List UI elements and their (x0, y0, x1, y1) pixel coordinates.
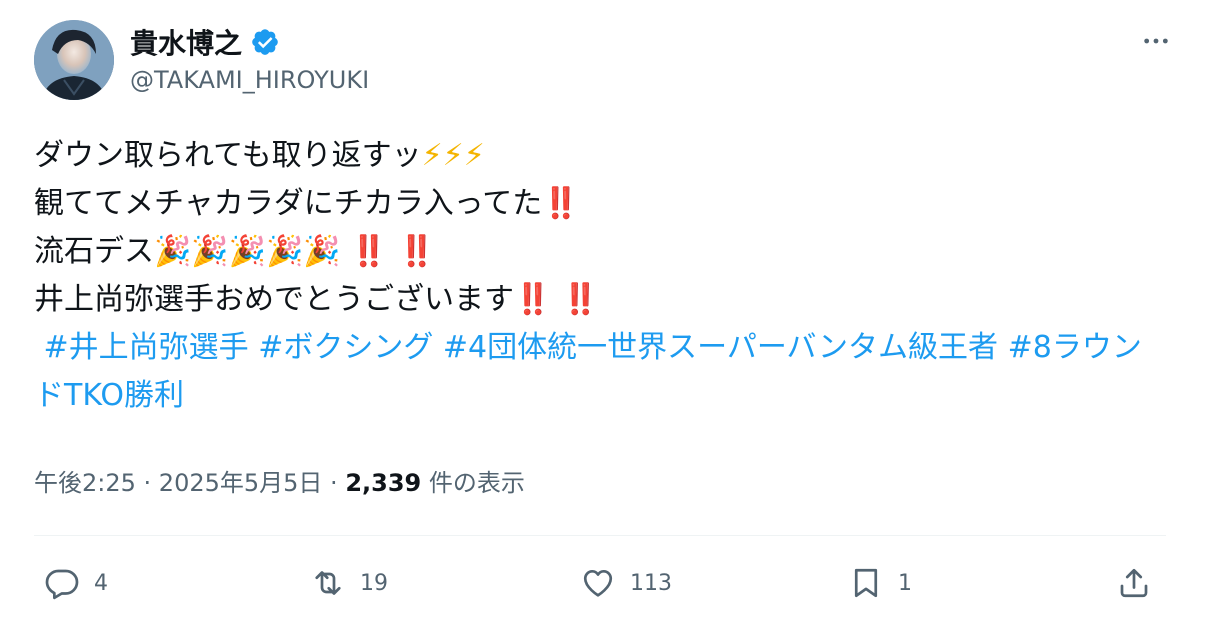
action-bar: 4 19 113 1 (0, 558, 1220, 608)
tweet-text: ダウン取られても取り返すッ⚡⚡⚡ 観ててメチャカラダにチカラ入ってた‼️ 流石デ… (34, 132, 1184, 420)
double-exclamation-emoji: ‼️ (542, 186, 580, 221)
hashtag-link[interactable]: #4団体統一世界スーパーバンタム級王者 (443, 330, 998, 365)
like-button[interactable]: 113 (580, 558, 672, 608)
retweet-icon (315, 571, 341, 595)
meta-separator: · (135, 469, 159, 497)
meta-separator: · (322, 469, 346, 497)
lightning-emoji: ⚡⚡⚡ (421, 138, 485, 173)
author-name-row: 貴水博之 (130, 24, 280, 60)
tweet-line-4-text: 井上尚弥選手おめでとうございます (34, 282, 514, 317)
like-count: 113 (630, 570, 672, 596)
party-popper-emoji: 🎉🎉🎉🎉🎉 (154, 234, 341, 269)
divider (34, 535, 1166, 536)
share-icon (1120, 568, 1148, 598)
avatar[interactable] (34, 20, 114, 100)
heart-icon (583, 569, 613, 597)
tweet-date[interactable]: 2025年5月5日 (159, 469, 323, 497)
retweet-button[interactable]: 19 (310, 558, 388, 608)
reply-button[interactable]: 4 (44, 558, 108, 608)
more-options-button[interactable] (1136, 26, 1176, 56)
avatar-image (34, 20, 114, 100)
hashtag-link[interactable]: #ボクシング (258, 330, 433, 365)
tweet-time[interactable]: 午後2:25 (34, 469, 136, 497)
reply-count: 4 (94, 570, 108, 596)
retweet-count: 19 (360, 570, 388, 596)
tweet-line-1-text: ダウン取られても取り返すッ (34, 138, 422, 173)
tweet-meta: 午後2:25 · 2025年5月5日 · 2,339 件の表示 (34, 463, 525, 498)
tweet-line-3: 流石デス🎉🎉🎉🎉🎉 ‼️ ‼️ (34, 228, 1184, 276)
bookmark-button[interactable]: 1 (848, 558, 912, 608)
tweet-line-4: 井上尚弥選手おめでとうございます‼️ ‼️ (34, 276, 1184, 324)
double-exclamation-emoji: ‼️ ‼️ (514, 282, 600, 317)
tweet-line-3-text: 流石デス (34, 234, 154, 269)
double-exclamation-emoji: ‼️ ‼️ (350, 234, 436, 269)
bookmark-icon (854, 568, 878, 598)
bookmark-count: 1 (898, 570, 912, 596)
view-count-label: 件の表示 (421, 469, 525, 497)
user-handle[interactable]: @TAKAMI_HIROYUKI (130, 66, 369, 94)
tweet-line-1: ダウン取られても取り返すッ⚡⚡⚡ (34, 132, 1184, 180)
tweet-line-2-text: 観ててメチャカラダにチカラ入ってた (34, 186, 543, 221)
hashtag-list: #井上尚弥選手 #ボクシング #4団体統一世界スーパーバンタム級王者 #8ラウン… (34, 324, 1164, 420)
tweet-line-2: 観ててメチャカラダにチカラ入ってた‼️ (34, 180, 1184, 228)
reply-icon (45, 569, 79, 600)
more-dots-icon (1144, 38, 1168, 44)
share-button[interactable] (1116, 558, 1152, 608)
display-name[interactable]: 貴水博之 (130, 22, 242, 62)
view-count: 2,339 (345, 469, 422, 497)
verified-badge-icon[interactable] (250, 27, 280, 57)
hashtag-link[interactable]: #井上尚弥選手 (44, 330, 249, 365)
